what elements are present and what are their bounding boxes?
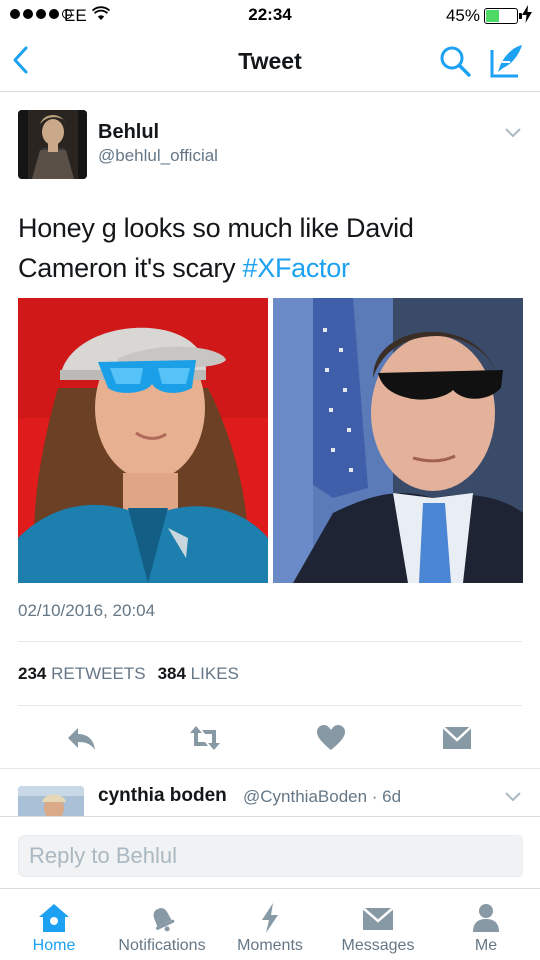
battery-icon — [484, 8, 522, 24]
retweet-label[interactable]: RETWEETS — [51, 664, 145, 683]
divider — [18, 641, 522, 642]
tab-bar: Home Notifications Moments Messages Me — [0, 888, 540, 960]
like-count[interactable]: 384 — [158, 664, 186, 683]
status-bar: EE 22:34 45% — [0, 0, 540, 32]
author-handle[interactable]: @behlul_official — [98, 146, 218, 166]
chevron-down-icon[interactable] — [504, 126, 522, 140]
engagement-counts: 234 RETWEETS 384 LIKES — [18, 664, 239, 684]
tab-me[interactable]: Me — [432, 889, 540, 960]
heart-icon[interactable] — [314, 722, 348, 754]
tab-messages[interactable]: Messages — [324, 889, 432, 960]
person-icon — [432, 902, 540, 934]
tweet-photo-left[interactable] — [18, 298, 268, 583]
tab-home[interactable]: Home — [0, 889, 108, 960]
like-label[interactable]: LIKES — [191, 664, 239, 683]
author-avatar[interactable] — [18, 110, 87, 179]
reply-bar — [0, 816, 540, 888]
reply-author-handle[interactable]: @CynthiaBoden · 6d — [243, 787, 401, 807]
divider — [0, 768, 540, 769]
home-icon — [0, 902, 108, 934]
retweet-count[interactable]: 234 — [18, 664, 46, 683]
reply-input[interactable] — [18, 835, 523, 877]
reply-avatar[interactable] — [18, 786, 84, 816]
lightning-icon — [216, 902, 324, 934]
tweet-timestamp: 02/10/2016, 20:04 — [18, 601, 156, 620]
author-name[interactable]: Behlul — [98, 121, 159, 144]
bell-icon — [108, 902, 216, 934]
tweet-text: Honey g looks so much like David Cameron… — [18, 208, 518, 288]
hashtag-link[interactable]: #XFactor — [243, 253, 350, 283]
tab-moments[interactable]: Moments — [216, 889, 324, 960]
direct-message-icon[interactable] — [440, 722, 474, 754]
reply-author-name[interactable]: cynthia boden — [98, 785, 227, 807]
tweet-photo-right[interactable] — [273, 298, 523, 583]
chevron-left-icon[interactable] — [8, 44, 38, 78]
envelope-icon — [324, 902, 432, 934]
search-icon[interactable] — [438, 44, 474, 80]
navigation-bar: Tweet — [0, 32, 540, 92]
chevron-down-icon[interactable] — [504, 790, 522, 804]
tab-notifications[interactable]: Notifications — [108, 889, 216, 960]
reply-icon[interactable] — [64, 722, 98, 754]
compose-icon[interactable] — [488, 42, 526, 80]
tweet-body: Honey g looks so much like David Cameron… — [18, 213, 414, 283]
tab-me-label: Me — [474, 937, 498, 954]
divider — [18, 705, 522, 706]
charging-icon — [522, 5, 532, 27]
retweet-icon[interactable] — [188, 722, 222, 754]
tweet-actions — [0, 718, 540, 758]
battery-percent: 45% — [445, 6, 480, 25]
